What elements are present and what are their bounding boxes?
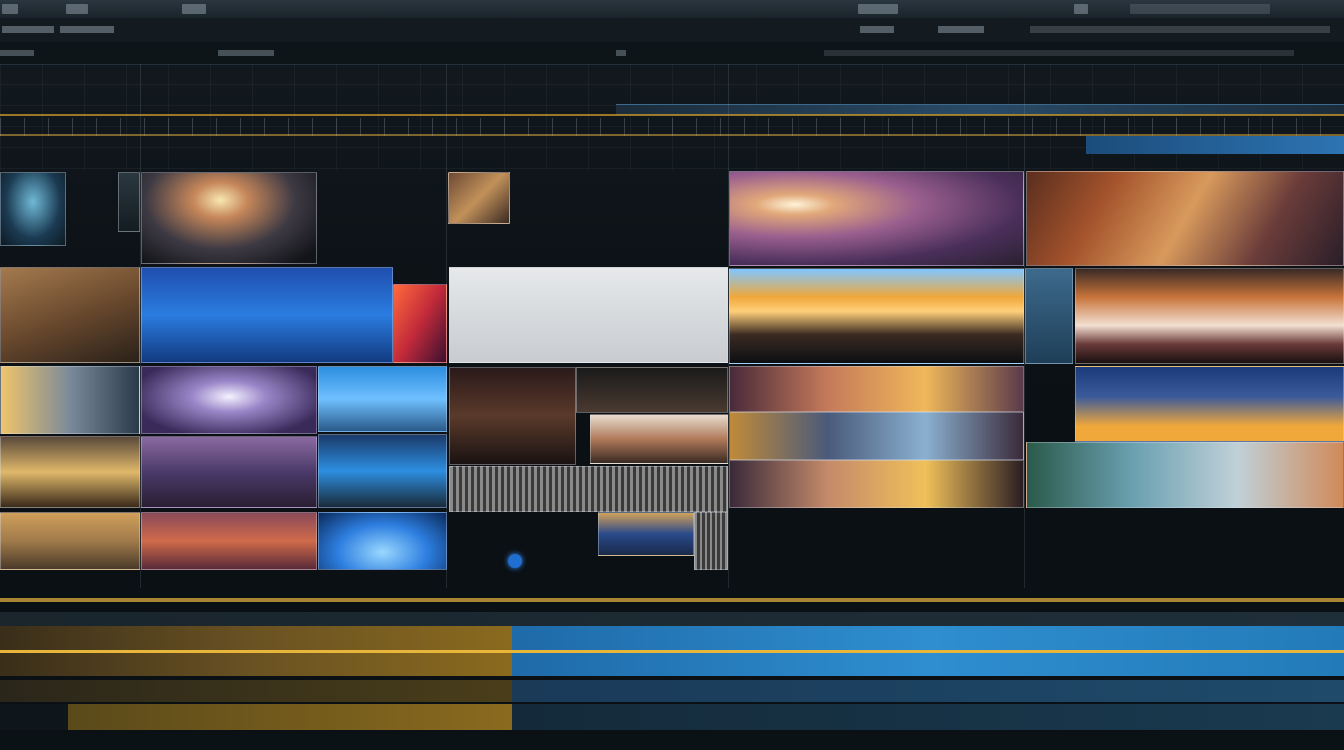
playback-line — [0, 650, 1344, 653]
clip-thumbnail[interactable] — [0, 366, 140, 434]
secondary-toolbar — [0, 18, 1344, 43]
menu-item[interactable] — [2, 4, 18, 14]
top-toolbar — [0, 0, 1344, 19]
ruler-mark — [218, 50, 274, 56]
ruler-mark — [0, 50, 34, 56]
clip-thumbnail[interactable] — [448, 172, 510, 224]
clip-thumbnail[interactable] — [0, 172, 66, 246]
clip-thumbnail[interactable] — [0, 436, 140, 508]
playhead-marker[interactable] — [508, 554, 522, 568]
timeline-clip[interactable] — [0, 680, 512, 702]
timeline-in-out-line — [0, 598, 1344, 602]
clip-thumbnail[interactable] — [694, 512, 728, 570]
panel-tab[interactable] — [60, 26, 114, 33]
clip-thumbnail[interactable] — [598, 512, 694, 556]
clip-thumbnail[interactable] — [729, 366, 1024, 412]
track-overview — [1030, 26, 1330, 33]
panel-tab[interactable] — [2, 26, 54, 33]
clip-thumbnail[interactable] — [576, 367, 728, 413]
clip-thumbnail[interactable] — [1026, 171, 1344, 266]
clip-thumbnail[interactable] — [449, 367, 576, 465]
tick-strip — [0, 118, 1344, 136]
selected-range[interactable] — [1086, 136, 1344, 154]
audio-track-2 — [0, 734, 1344, 750]
menu-item[interactable] — [1074, 4, 1088, 14]
audio-clip[interactable] — [68, 704, 512, 730]
audio-track-1 — [0, 704, 1344, 730]
timeline-panel — [0, 588, 1344, 750]
clip-thumbnail[interactable] — [1025, 268, 1073, 364]
video-editor-window — [0, 0, 1344, 750]
audio-clip[interactable] — [512, 704, 1344, 730]
clip-thumbnail[interactable] — [590, 414, 728, 464]
clip-thumbnail[interactable] — [729, 171, 1024, 266]
track-grid — [0, 64, 1344, 170]
clip-thumbnail[interactable] — [141, 267, 393, 363]
clip-thumbnail[interactable] — [729, 412, 1024, 460]
clip-thumbnail[interactable] — [118, 172, 140, 232]
clip-thumbnail[interactable] — [0, 267, 140, 363]
panel-tab[interactable] — [938, 26, 984, 33]
video-track-2 — [0, 680, 1344, 702]
clip-thumbnail[interactable] — [318, 512, 447, 570]
clip-thumbnail[interactable] — [1075, 366, 1344, 442]
clip-thumbnail[interactable] — [141, 436, 317, 508]
clip-thumbnail[interactable] — [729, 460, 1024, 508]
clip-thumbnail[interactable] — [0, 512, 140, 570]
panel-tab[interactable] — [860, 26, 894, 33]
ruler-mark — [616, 50, 626, 56]
clip-thumbnail[interactable] — [318, 366, 447, 432]
timeline-clip[interactable] — [512, 680, 1344, 702]
in-out-range-line — [0, 114, 1344, 116]
menu-item[interactable] — [858, 4, 898, 14]
menu-item[interactable] — [66, 4, 88, 14]
clip-thumbnail[interactable] — [141, 512, 317, 570]
clip-thumbnail[interactable] — [1026, 442, 1344, 508]
clip-thumbnail[interactable] — [449, 466, 728, 512]
clip-thumbnail[interactable] — [318, 434, 447, 508]
clip-thumbnail[interactable] — [449, 267, 728, 363]
clip-thumbnail[interactable] — [141, 366, 317, 434]
clip-thumbnail[interactable] — [393, 284, 447, 363]
menu-item[interactable] — [182, 4, 206, 14]
ruler-mark — [824, 50, 1294, 56]
status-strip — [1130, 4, 1270, 14]
clip-thumbnail[interactable] — [1075, 268, 1344, 364]
time-ruler[interactable] — [0, 42, 1344, 65]
clip-thumbnail[interactable] — [729, 268, 1024, 364]
clip-thumbnail[interactable] — [141, 172, 317, 264]
